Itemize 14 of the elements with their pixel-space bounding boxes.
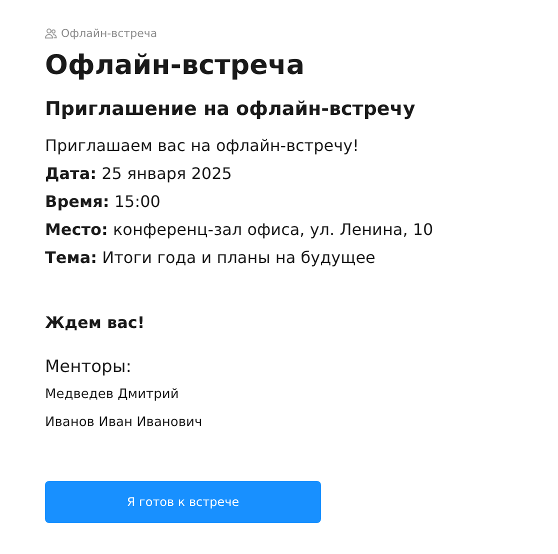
ready-button[interactable]: Я готов к встрече — [45, 481, 321, 523]
breadcrumb-link[interactable]: Офлайн-встреча — [61, 26, 158, 40]
mentor-name: Медведев Дмитрий — [45, 386, 180, 404]
detail-line: Время: 15:00 — [45, 191, 162, 213]
people-icon — [45, 28, 57, 38]
page-title: Офлайн-встреча — [45, 49, 306, 83]
invitation-heading: Приглашение на офлайн-встречу — [45, 97, 416, 122]
mentors-heading: Менторы: — [45, 356, 132, 379]
detail-line: Тема: Итоги года и планы на будущее — [45, 247, 376, 269]
mentor-name: Иванов Иван Иванович — [45, 414, 204, 432]
detail-line: Место: конференц-зал офиса, ул. Ленина, 10 — [45, 219, 434, 241]
invitation-lead: Приглашаем вас на офлайн-встречу! — [45, 135, 360, 157]
detail-line: Дата: 25 января 2025 — [45, 163, 233, 185]
closing-text: Ждем вас! — [45, 312, 146, 334]
